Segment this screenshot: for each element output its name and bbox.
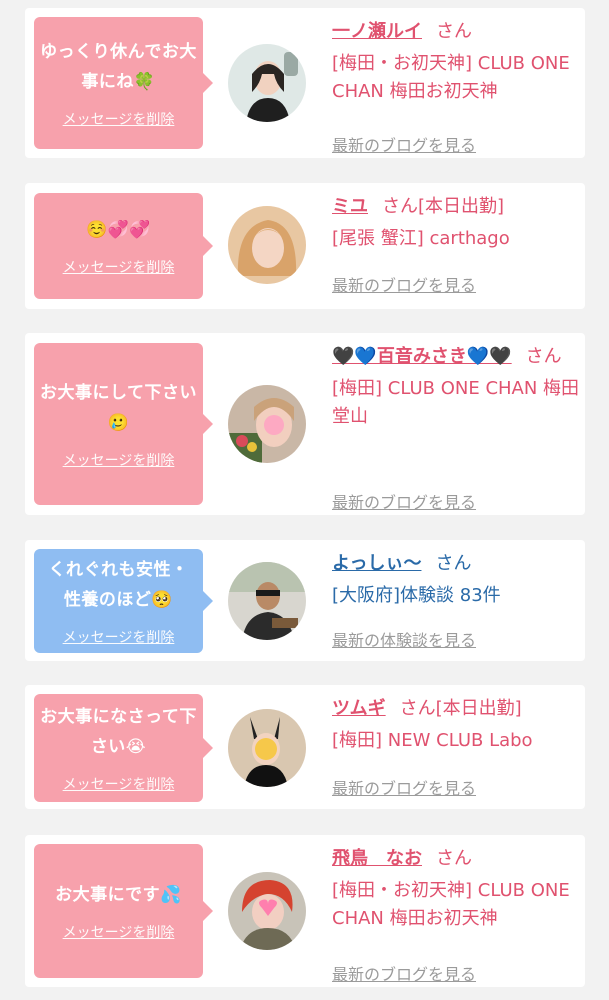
sender-name-line: 飛鳥 なお さん — [332, 845, 582, 873]
delete-message-link[interactable]: メッセージを削除 — [63, 450, 175, 470]
delete-message-link[interactable]: メッセージを削除 — [63, 109, 175, 129]
message-card: お大事にして下さい🥲 メッセージを削除 🖤💙百音みさき💙🖤 さん [梅田] CLU… — [25, 333, 585, 515]
sender-name[interactable]: 一ノ瀬ルイ — [332, 21, 422, 42]
latest-blog-link[interactable]: 最新のブログを見る — [332, 132, 476, 156]
message-text: ☺️💞💞 — [85, 220, 151, 240]
message-bubble: お大事になさって下さい😭 メッセージを削除 — [34, 694, 213, 802]
sender-suffix: さん[本日出勤] — [399, 698, 522, 719]
message-bubble: ☺️💞💞 メッセージを削除 — [34, 193, 213, 299]
message-bubble: くれぐれも安性・性養のほど🥺 メッセージを削除 — [34, 549, 213, 653]
message-text: くれぐれも安性・性養のほど🥺 — [48, 560, 189, 610]
delete-message-link[interactable]: メッセージを削除 — [63, 627, 175, 647]
shop-name: [梅田・お初天神] CLUB ONE CHAN 梅田お初天神 — [332, 53, 570, 102]
sender-suffix: さん — [436, 21, 472, 42]
message-bubble: お大事にして下さい🥲 メッセージを削除 — [34, 343, 213, 505]
sender-name[interactable]: ミユ — [332, 196, 368, 217]
sender-name-line: よっしぃ〜 さん — [332, 550, 582, 578]
message-card: くれぐれも安性・性養のほど🥺 メッセージを削除 よっしぃ〜 さん [大阪府]体験談… — [25, 540, 585, 661]
sender-suffix: さん — [525, 346, 562, 367]
sender-info: 🖤💙百音みさき💙🖤 さん [梅田] CLUB ONE CHAN 梅田堂山 最新のブ… — [332, 343, 582, 512]
shop-name: [梅田・お初天神] CLUB ONE CHAN 梅田お初天神 — [332, 880, 570, 929]
sender-name-line: ツムギ さん[本日出勤] — [332, 695, 582, 723]
message-card: お大事になさって下さい😭 メッセージを削除 ツムギ さん[本日出勤] [梅田] N… — [25, 685, 585, 809]
shop-name: [梅田] NEW CLUB Labo — [332, 730, 533, 751]
shop-name: [大阪府]体験談 83件 — [332, 585, 501, 606]
latest-blog-link[interactable]: 最新のブログを見る — [332, 775, 476, 799]
shop-name: [梅田] CLUB ONE CHAN 梅田堂山 — [332, 378, 580, 427]
sender-suffix: さん[本日出勤] — [382, 196, 505, 217]
message-text: お大事にして下さい🥲 — [40, 383, 197, 433]
delete-message-link[interactable]: メッセージを削除 — [63, 774, 175, 794]
sender-name-line: 🖤💙百音みさき💙🖤 さん — [332, 343, 582, 371]
message-bubble: お大事にです💦 メッセージを削除 — [34, 844, 213, 978]
message-card: ☺️💞💞 メッセージを削除 ミユ さん[本日出勤] [尾張 蟹江] carthag… — [25, 183, 585, 309]
latest-blog-link[interactable]: 最新のブログを見る — [332, 272, 476, 296]
sender-info: 飛鳥 なお さん [梅田・お初天神] CLUB ONE CHAN 梅田お初天神 最… — [332, 845, 582, 984]
message-text: ゆっくり休んでお大事にね🍀 — [40, 42, 197, 92]
delete-message-link[interactable]: メッセージを削除 — [63, 257, 175, 277]
message-card: ゆっくり休んでお大事にね🍀 メッセージを削除 一ノ瀬ルイ さん [梅田・お初天神]… — [25, 8, 585, 158]
sender-name[interactable]: 飛鳥 なお — [332, 848, 422, 869]
delete-message-link[interactable]: メッセージを削除 — [63, 922, 175, 942]
latest-blog-link[interactable]: 最新のブログを見る — [332, 961, 476, 985]
message-text: お大事になさって下さい😭 — [40, 707, 197, 757]
shop-name: [尾張 蟹江] carthago — [332, 228, 510, 249]
latest-experience-link[interactable]: 最新の体験談を見る — [332, 627, 476, 651]
avatar[interactable] — [228, 206, 306, 284]
latest-blog-link[interactable]: 最新のブログを見る — [332, 489, 476, 513]
sender-name[interactable]: よっしぃ〜 — [332, 553, 421, 574]
avatar[interactable] — [228, 562, 306, 640]
sender-suffix: さん — [435, 553, 472, 574]
sender-name-line: 一ノ瀬ルイ さん — [332, 18, 582, 46]
sender-name[interactable]: ツムギ — [332, 698, 386, 719]
avatar[interactable] — [228, 709, 306, 787]
sender-suffix: さん — [436, 848, 472, 869]
avatar[interactable] — [228, 385, 306, 463]
message-card: お大事にです💦 メッセージを削除 飛鳥 なお さん [梅田・お初天神] CLUB … — [25, 835, 585, 987]
message-text: お大事にです💦 — [55, 885, 182, 905]
sender-info: 一ノ瀬ルイ さん [梅田・お初天神] CLUB ONE CHAN 梅田お初天神 最… — [332, 18, 582, 155]
sender-info: ミユ さん[本日出勤] [尾張 蟹江] carthago 最新のブログを見る — [332, 193, 582, 295]
sender-name[interactable]: 🖤💙百音みさき💙🖤 — [332, 346, 512, 367]
message-bubble: ゆっくり休んでお大事にね🍀 メッセージを削除 — [34, 17, 213, 149]
sender-info: ツムギ さん[本日出勤] [梅田] NEW CLUB Labo 最新のブログを見る — [332, 695, 582, 798]
avatar[interactable] — [228, 872, 306, 950]
sender-info: よっしぃ〜 さん [大阪府]体験談 83件 最新の体験談を見る — [332, 550, 582, 650]
sender-name-line: ミユ さん[本日出勤] — [332, 193, 582, 221]
avatar[interactable] — [228, 44, 306, 122]
